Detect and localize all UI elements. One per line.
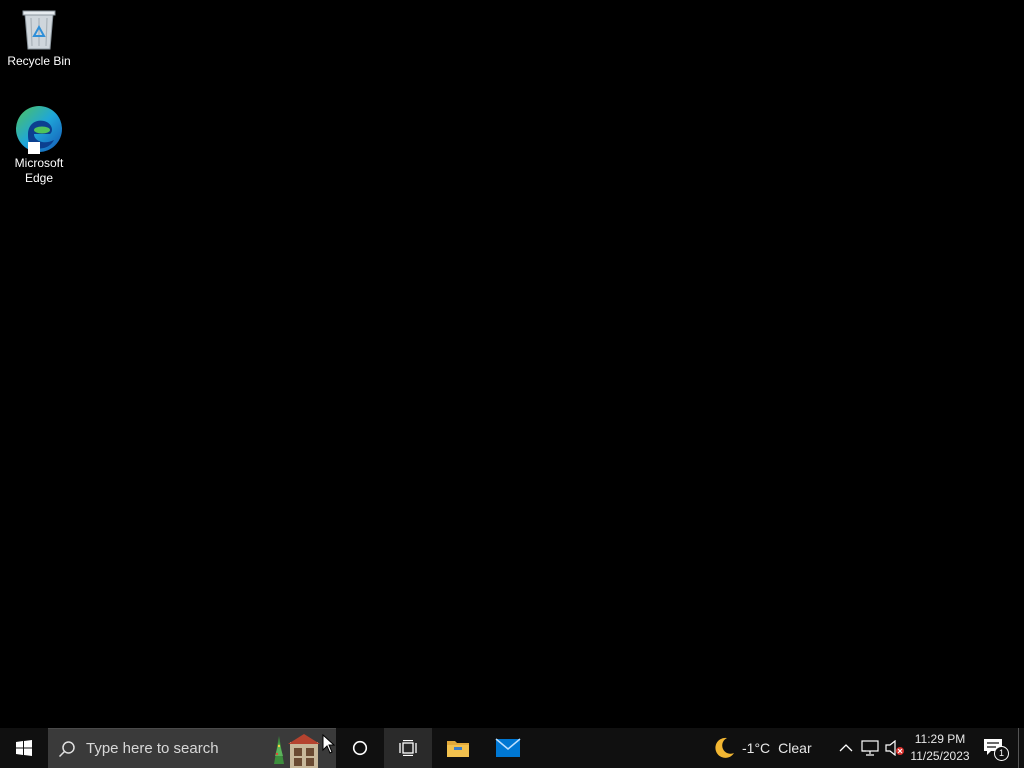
search-icon: [58, 740, 75, 757]
shortcut-arrow-icon: [28, 142, 40, 154]
task-view-icon: [399, 740, 417, 756]
volume-button[interactable]: [882, 728, 908, 768]
action-center-button[interactable]: 1: [980, 728, 1009, 768]
desktop-icon-recycle-bin[interactable]: Recycle Bin: [1, 6, 77, 69]
taskbar: Type here to search -1°C Clear 11:29 PM …: [0, 728, 1024, 768]
desktop-icon-label: Recycle Bin: [7, 54, 71, 68]
file-explorer-icon: [447, 741, 469, 757]
desktop-icon-label: Microsoft Edge: [14, 156, 64, 185]
volume-muted-icon: [885, 740, 904, 756]
network-icon: [861, 740, 879, 756]
mail-button[interactable]: [484, 728, 532, 768]
windows-logo-icon: [16, 740, 32, 756]
task-view-button[interactable]: [384, 728, 432, 768]
mail-icon: [495, 738, 521, 757]
search-highlight-icon: [274, 734, 320, 768]
weather-condition: Clear: [778, 740, 812, 756]
desktop-icon-microsoft-edge[interactable]: Microsoft Edge: [1, 104, 77, 186]
start-button[interactable]: [0, 728, 48, 768]
desktop: Recycle Bin Microsoft Edge: [0, 0, 1024, 728]
moon-icon: [715, 737, 734, 758]
notification-count-badge: 1: [994, 746, 1009, 761]
weather-temp: -1°C: [742, 740, 771, 756]
clock-date: 11/25/2023: [910, 749, 970, 763]
cortana-icon: [352, 740, 368, 756]
chevron-up-icon: [839, 744, 853, 752]
search-box[interactable]: Type here to search: [48, 728, 336, 768]
cortana-button[interactable]: [336, 728, 384, 768]
mouse-cursor-icon: [322, 734, 336, 754]
recycle-bin-icon: [22, 10, 56, 50]
search-placeholder: Type here to search: [86, 740, 219, 757]
weather-widget[interactable]: -1°C Clear: [712, 728, 824, 768]
show-desktop-button[interactable]: [1018, 728, 1024, 768]
network-button[interactable]: [858, 728, 882, 768]
file-explorer-button[interactable]: [434, 728, 482, 768]
clock[interactable]: 11:29 PM 11/25/2023: [908, 728, 972, 768]
show-hidden-icons-button[interactable]: [834, 728, 858, 768]
clock-time: 11:29 PM: [914, 732, 966, 746]
